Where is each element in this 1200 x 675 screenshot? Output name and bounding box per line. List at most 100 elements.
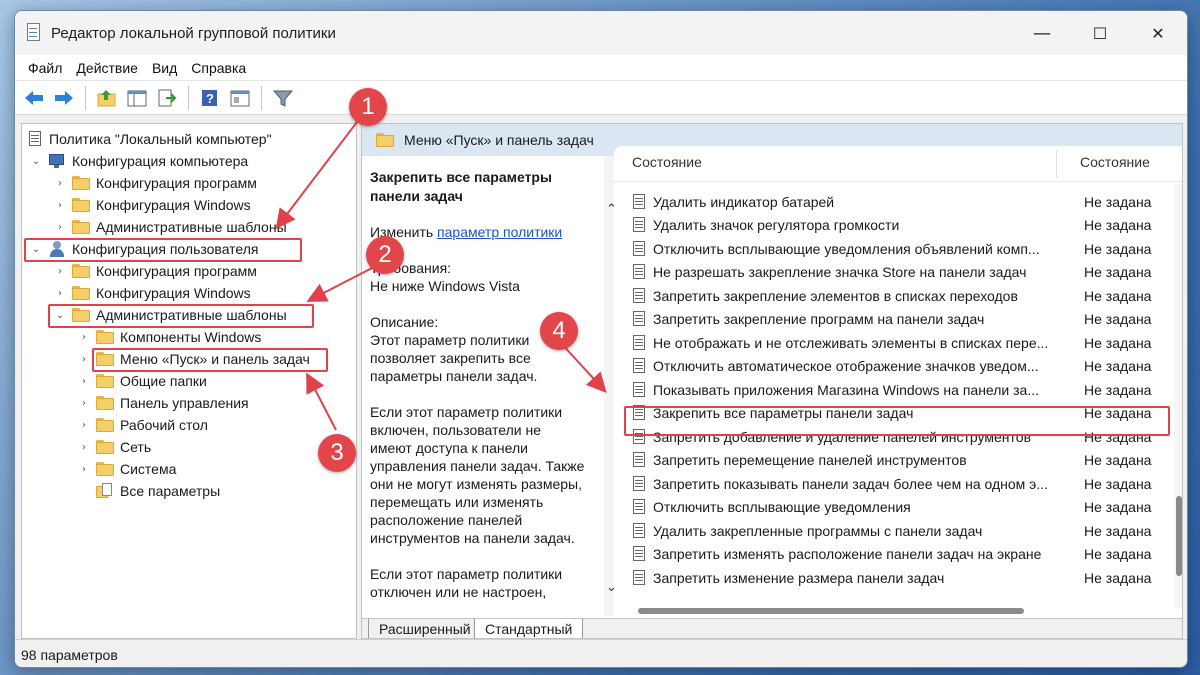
export-list-icon[interactable] [154, 85, 180, 111]
step-badge-1: 1 [349, 88, 387, 126]
folder-icon [376, 133, 394, 147]
tree-network[interactable]: › Сеть [78, 436, 151, 458]
policy-row[interactable]: Запретить перемещение панелей инструмент… [632, 449, 1172, 472]
chevron-right-icon[interactable]: › [78, 398, 90, 409]
toolbar-separator-2 [188, 85, 189, 110]
chevron-right-icon[interactable]: › [78, 464, 90, 475]
chevron-right-icon[interactable]: › [78, 354, 90, 365]
help-icon[interactable]: ? [197, 85, 223, 111]
chevron-right-icon[interactable]: › [54, 200, 66, 211]
highlight-lock-taskbar-row [624, 406, 1170, 436]
close-button[interactable]: ✕ [1129, 11, 1187, 55]
menu-help[interactable]: Справка [184, 60, 253, 76]
show-hide-tree-icon[interactable] [124, 85, 150, 111]
tree-cc-windows[interactable]: › Конфигурация Windows [54, 194, 251, 216]
chevron-right-icon[interactable]: › [78, 332, 90, 343]
filter-icon[interactable] [270, 85, 296, 111]
menu-file[interactable]: Файл [21, 60, 69, 76]
policy-row[interactable]: Удалить закрепленные программы с панели … [632, 519, 1172, 542]
tab-extended[interactable]: Расширенный [368, 619, 482, 638]
policy-row[interactable]: Не разрешать закрепление значка Store на… [632, 261, 1172, 284]
chevron-right-icon[interactable]: › [78, 442, 90, 453]
column-divider[interactable] [1056, 150, 1057, 178]
status-text: 98 параметров [21, 646, 118, 663]
policy-row[interactable]: Показывать приложения Магазина Windows н… [632, 378, 1172, 401]
policy-row[interactable]: Запретить изменение размера панели задач… [632, 566, 1172, 589]
policy-row[interactable]: Запретить закрепление программ на панели… [632, 308, 1172, 331]
description-line: имеют доступа к панели [370, 440, 528, 456]
policy-name: Отключить всплывающие уведомления объявл… [653, 240, 1040, 257]
title-bar[interactable]: Редактор локальной групповой политики — … [15, 11, 1187, 55]
tree-control-panel[interactable]: › Панель управления [78, 392, 249, 414]
highlight-admin-templates [48, 304, 314, 328]
policy-name: Запретить изменять расположение панели з… [653, 546, 1042, 562]
policy-setting-icon [632, 240, 647, 257]
policy-row[interactable]: Не отображать и не отслеживать элементы … [632, 331, 1172, 354]
tree-shared[interactable]: › Общие папки [78, 370, 207, 392]
policy-state: Не задана [1084, 381, 1152, 398]
chevron-right-icon[interactable]: › [78, 420, 90, 431]
step-badge-4: 4 [540, 312, 578, 350]
scroll-thumb[interactable] [1176, 496, 1182, 576]
tree-desktop-label: Рабочий стол [120, 417, 208, 433]
list-horizontal-scroll-thumb[interactable] [638, 608, 1024, 614]
policy-state: Не задана [1084, 334, 1152, 351]
chevron-right-icon[interactable]: › [78, 376, 90, 387]
column-header-state[interactable]: Состояние [1080, 154, 1150, 170]
back-icon[interactable] [21, 85, 47, 111]
policy-row[interactable]: Запретить показывать панели задач более … [632, 472, 1172, 495]
tree-uc-programs[interactable]: › Конфигурация программ [54, 260, 257, 282]
policy-setting-icon [632, 311, 647, 327]
policy-row[interactable]: Удалить индикатор батарей Не задана [632, 190, 1172, 213]
requirements-value: Не ниже Windows Vista [370, 278, 520, 294]
chevron-down-icon[interactable]: ⌄ [30, 156, 42, 167]
tree-all-settings[interactable]: Все параметры [96, 480, 220, 502]
folder-icon [96, 440, 114, 454]
policy-state: Не задана [1084, 358, 1152, 374]
policy-state: Не задана [1084, 569, 1152, 586]
tree-desktop[interactable]: › Рабочий стол [78, 414, 208, 436]
policy-setting-icon [632, 358, 647, 374]
description-line: инструментов на панели задач. [370, 530, 575, 546]
tree-root[interactable]: Политика "Локальный компьютер" [28, 128, 272, 150]
tree-cc-windows-label: Конфигурация Windows [96, 197, 251, 213]
tree-shared-label: Общие папки [120, 373, 207, 389]
policy-row[interactable]: Удалить значок регулятора громкости Не за… [632, 214, 1172, 237]
menu-action[interactable]: Действие [69, 60, 145, 76]
tab-standard[interactable]: Стандартный [474, 619, 584, 638]
policy-row[interactable]: Запретить изменять расположение панели з… [632, 543, 1172, 566]
chevron-right-icon[interactable]: › [54, 288, 66, 299]
forward-icon[interactable] [51, 85, 77, 111]
list-vertical-scrollbar[interactable] [1174, 184, 1182, 608]
policy-row[interactable]: Запретить закрепление элементов в списка… [632, 284, 1172, 307]
policy-row[interactable]: Отключить всплывающие уведомления объявл… [632, 237, 1172, 260]
tree-cc-admin-label: Административные шаблоны [96, 219, 287, 235]
tree-cc-programs[interactable]: › Конфигурация программ [54, 172, 257, 194]
description-pane: Закрепить все параметры панели задач Изм… [362, 156, 612, 616]
tree-uc-windows[interactable]: › Конфигурация Windows [54, 282, 251, 304]
up-folder-icon[interactable] [94, 85, 120, 111]
edit-policy-link[interactable]: параметр политики [437, 224, 562, 240]
chevron-right-icon[interactable]: › [54, 178, 66, 189]
policy-row[interactable]: Отключить автоматическое отображение зна… [632, 355, 1172, 378]
policy-name: Отключить автоматическое отображение зна… [653, 358, 1039, 374]
chevron-right-icon[interactable]: › [54, 222, 66, 233]
policy-setting-icon [632, 287, 647, 304]
toolbar-separator-3 [261, 85, 262, 110]
policy-name: Запретить показывать панели задач более … [653, 475, 1048, 492]
maximize-button[interactable]: ☐ [1071, 11, 1129, 55]
settings-list: Состояние Состояние Удалить индикатор ба… [614, 146, 1182, 616]
column-header-setting[interactable]: Состояние [632, 154, 702, 170]
tree-cc-admin[interactable]: › Административные шаблоны [54, 216, 287, 238]
tree-system[interactable]: › Система [78, 458, 176, 480]
tree-computer-config[interactable]: ⌄ Конфигурация компьютера [30, 150, 248, 172]
policy-setting-icon [632, 569, 647, 586]
tree-components[interactable]: › Компоненты Windows [78, 326, 261, 348]
properties-icon[interactable] [227, 85, 253, 111]
minimize-button[interactable]: — [1013, 11, 1071, 55]
chevron-right-icon[interactable]: › [54, 266, 66, 277]
policy-row[interactable]: Отключить всплывающие уведомления Не зада… [632, 496, 1172, 519]
menu-view[interactable]: Вид [145, 60, 184, 76]
description-title: Закрепить все параметры панели задач [370, 169, 552, 204]
tree-control-panel-label: Панель управления [120, 395, 249, 411]
